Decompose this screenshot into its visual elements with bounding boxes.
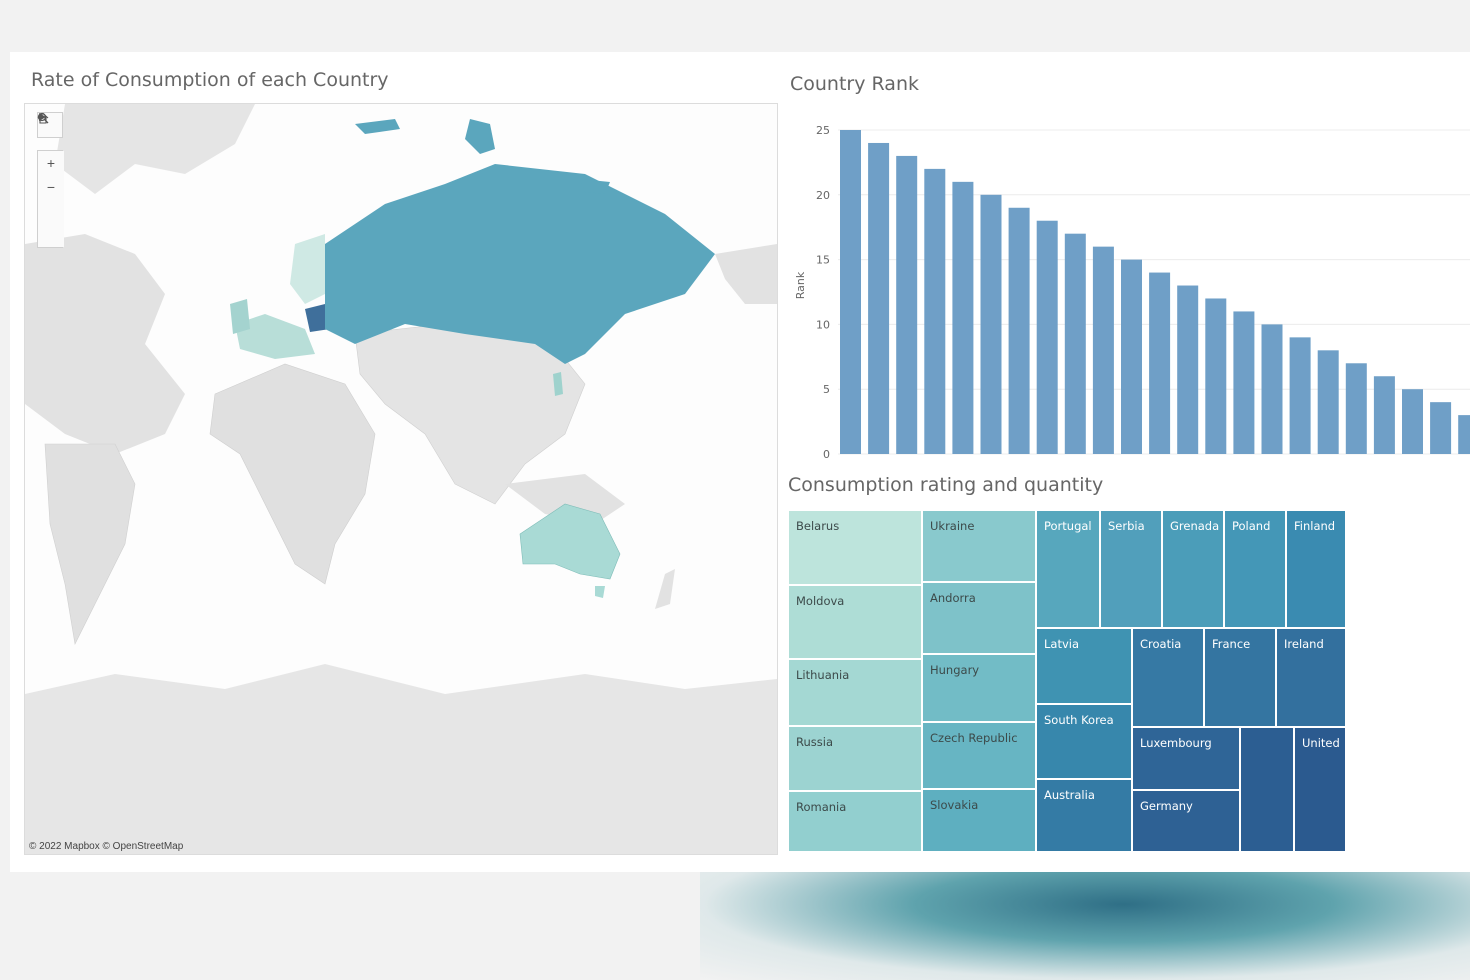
treemap-tile[interactable]: Hungary xyxy=(922,654,1036,722)
rank-bar[interactable] xyxy=(1458,415,1470,454)
rank-bar[interactable] xyxy=(896,155,918,455)
rank-bar[interactable] xyxy=(840,130,861,454)
treemap-tile[interactable]: Czech Republic xyxy=(922,722,1036,789)
treemap-tile[interactable]: Poland xyxy=(1224,510,1286,628)
rank-bar[interactable] xyxy=(952,181,974,454)
treemap-tile[interactable]: Finland xyxy=(1286,510,1346,628)
treemap-tile[interactable]: Russia xyxy=(788,726,922,791)
treemap-tile[interactable]: France xyxy=(1204,628,1276,727)
treemap-tile[interactable]: Croatia xyxy=(1132,628,1204,727)
rank-bar[interactable] xyxy=(1036,220,1058,454)
y-tick-label: 15 xyxy=(816,254,830,267)
treemap-tile[interactable]: Portugal xyxy=(1036,510,1100,628)
treemap-tile[interactable]: Andorra xyxy=(922,582,1036,654)
treemap-tile[interactable]: South Korea xyxy=(1036,704,1132,779)
rank-bar[interactable] xyxy=(1205,298,1227,454)
rank-bar[interactable] xyxy=(1149,272,1171,454)
map-toolbar: + − xyxy=(37,112,64,248)
y-tick-label: 25 xyxy=(816,124,830,137)
rank-bar[interactable] xyxy=(1121,259,1142,454)
y-axis-label: Rank xyxy=(794,271,807,299)
treemap-title: Consumption rating and quantity xyxy=(788,474,1104,496)
treemap-tile[interactable]: Australia xyxy=(1036,779,1132,852)
zoom-out-button[interactable]: − xyxy=(38,175,64,199)
treemap-tile[interactable]: Latvia xyxy=(1036,628,1132,704)
rank-bar[interactable] xyxy=(1008,207,1030,454)
y-tick-label: 20 xyxy=(816,189,830,202)
rank-bar[interactable] xyxy=(1177,285,1199,454)
rank-bar[interactable] xyxy=(1289,337,1311,454)
treemap-tile[interactable]: Grenada xyxy=(1162,510,1224,628)
treemap-tile[interactable]: Serbia xyxy=(1100,510,1162,628)
rank-bar[interactable] xyxy=(1430,402,1452,454)
treemap-tile[interactable] xyxy=(1240,727,1294,852)
rank-bar[interactable] xyxy=(924,168,946,454)
y-tick-label: 0 xyxy=(823,448,830,461)
y-tick-label: 10 xyxy=(816,318,830,331)
treemap-tile[interactable]: Germany xyxy=(1132,790,1240,852)
rank-bar-chart: 0 5 10 15 20 25 Rank xyxy=(794,124,1470,461)
rank-bar[interactable] xyxy=(1345,363,1367,454)
rank-bar[interactable] xyxy=(1092,246,1114,454)
y-tick-label: 5 xyxy=(823,383,830,396)
world-map[interactable]: + − © 2022 Mapbox © OpenStreetMap xyxy=(24,103,778,855)
treemap-tile[interactable]: Belarus xyxy=(788,510,922,585)
zoom-controls: + − xyxy=(37,112,64,248)
treemap-tile[interactable]: Slovakia xyxy=(922,789,1036,852)
play-icon[interactable] xyxy=(38,113,64,247)
treemap-tile[interactable]: Luxembourg xyxy=(1132,727,1240,790)
treemap-tile[interactable]: Romania xyxy=(788,791,922,852)
rank-bar[interactable] xyxy=(1233,311,1255,454)
map-title: Rate of Consumption of each Country xyxy=(31,69,389,91)
rank-chart-title: Country Rank xyxy=(790,73,919,95)
rank-bar[interactable] xyxy=(980,194,1002,455)
background-glow xyxy=(700,872,1470,980)
rank-bar[interactable] xyxy=(1064,233,1086,454)
treemap-tile[interactable]: Lithuania xyxy=(788,659,922,726)
rank-bar[interactable] xyxy=(1373,376,1395,454)
rank-bar[interactable] xyxy=(1317,350,1339,454)
treemap-tile[interactable]: Ireland xyxy=(1276,628,1346,727)
consumption-treemap: Belarus Moldova Lithuania Russia Romania Ukra… xyxy=(788,510,1346,852)
treemap-tile[interactable]: Moldova xyxy=(788,585,922,659)
rank-bar[interactable] xyxy=(1402,389,1423,454)
map-canvas xyxy=(25,104,777,854)
map-credit: © 2022 Mapbox © OpenStreetMap xyxy=(29,841,184,852)
home-icon[interactable] xyxy=(37,112,64,223)
treemap-tile[interactable]: United xyxy=(1294,727,1346,852)
zoom-in-button[interactable]: + xyxy=(38,151,64,175)
rank-bar[interactable] xyxy=(1261,324,1283,454)
rank-bar[interactable] xyxy=(868,142,890,454)
treemap-tile[interactable]: Ukraine xyxy=(922,510,1036,582)
